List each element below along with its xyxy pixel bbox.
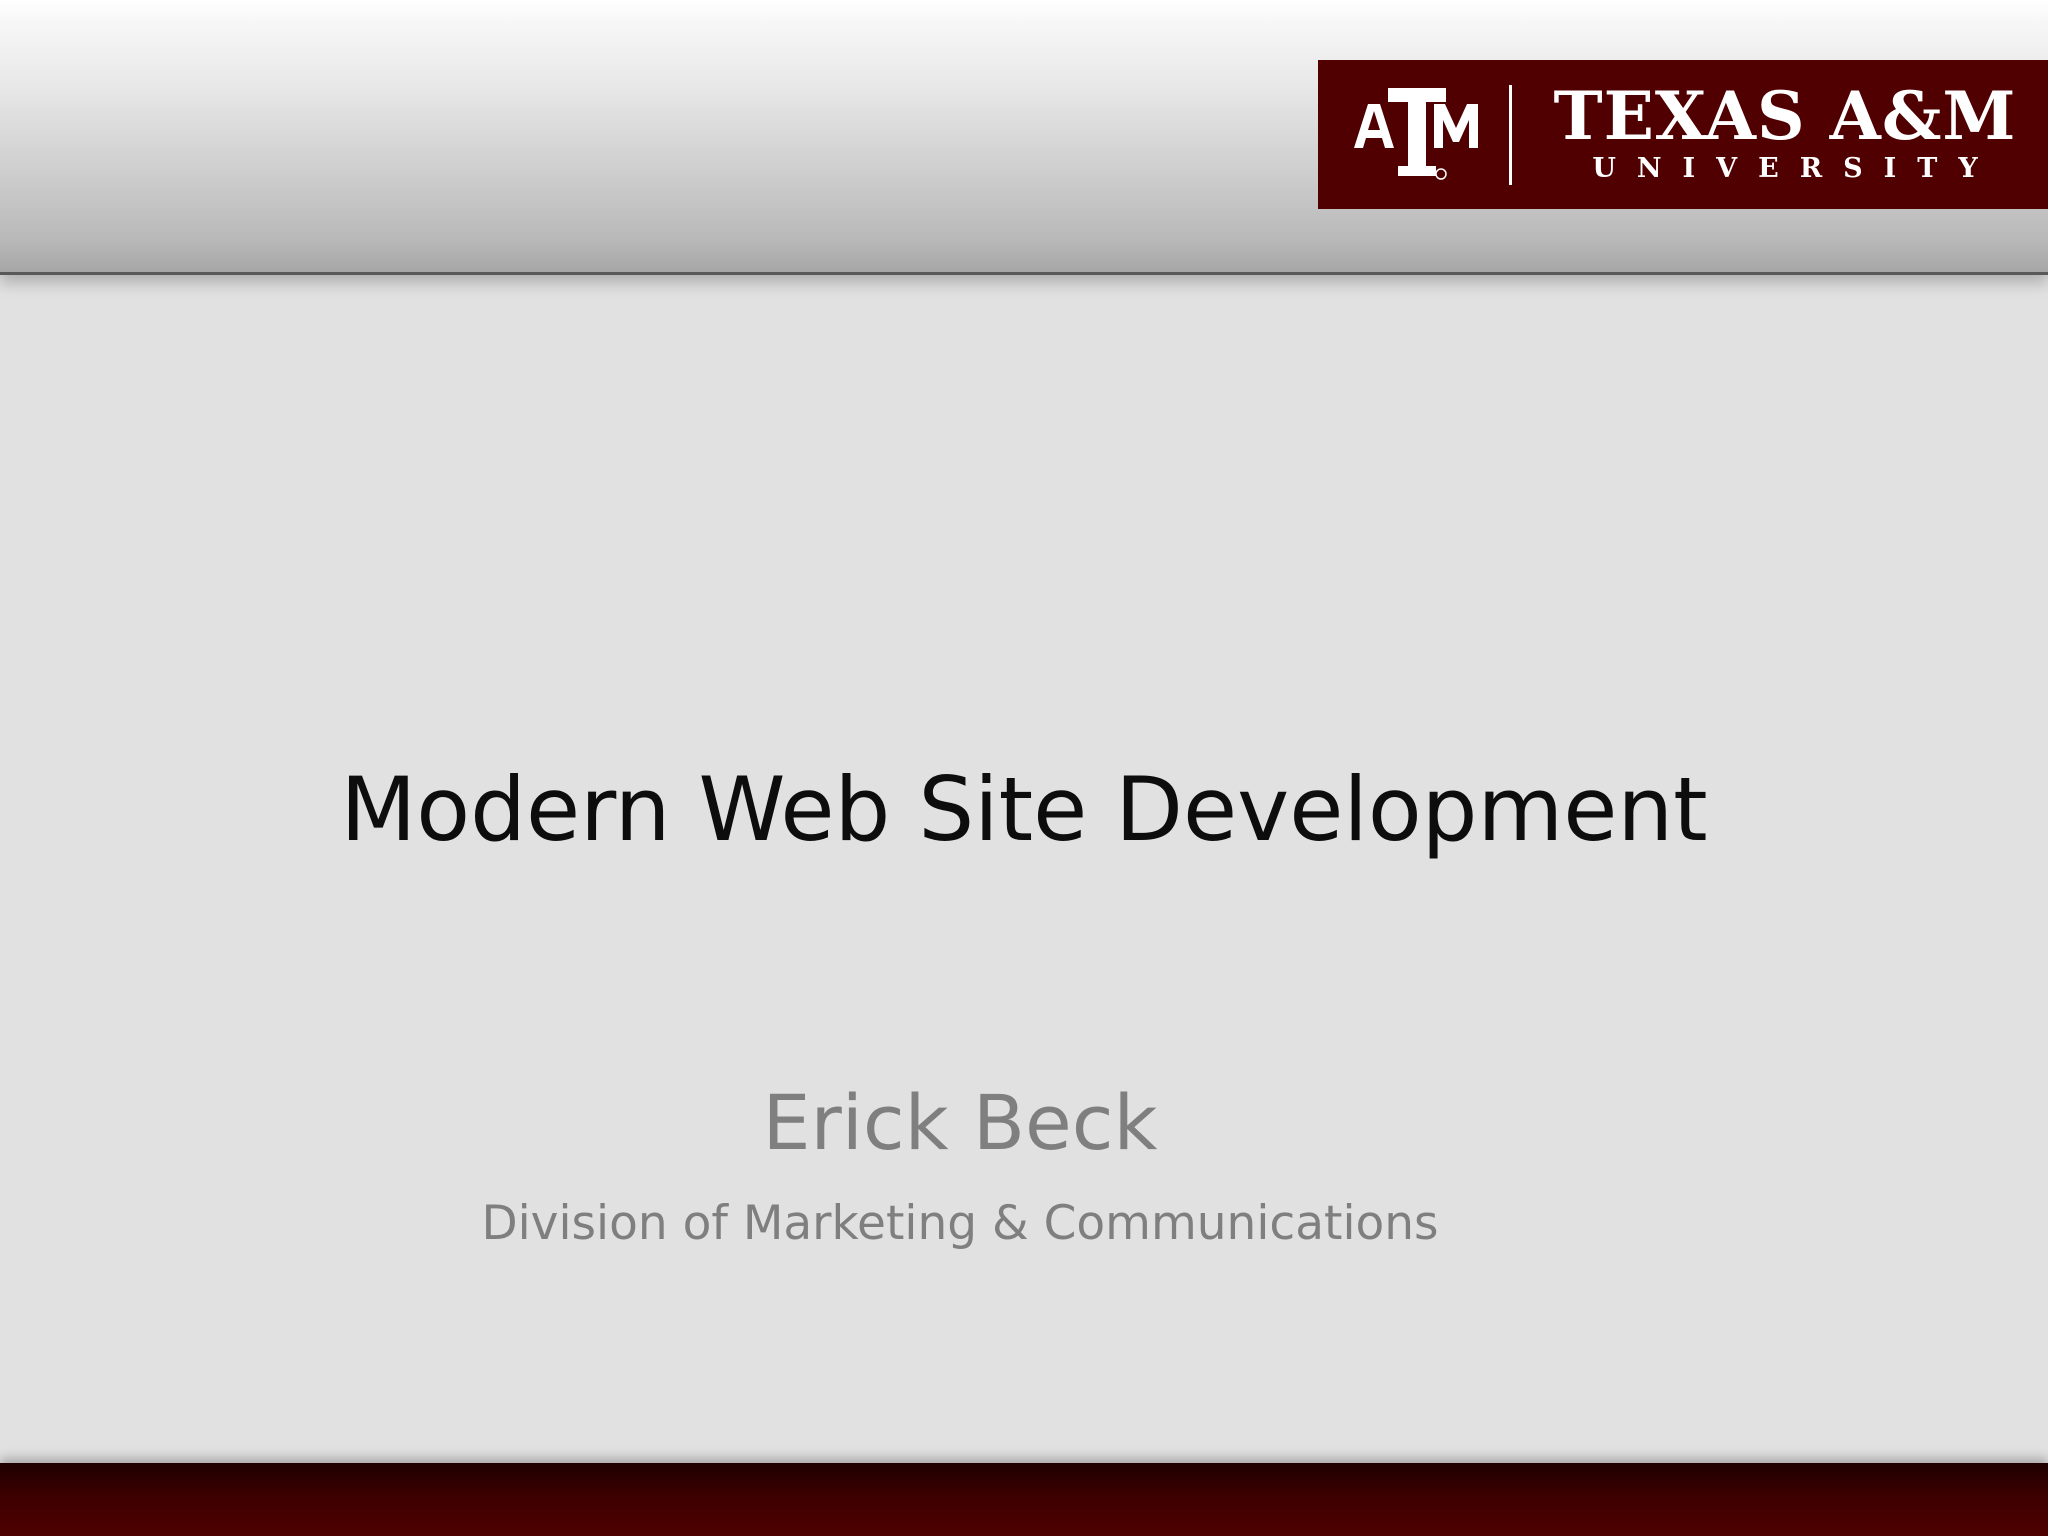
footer-band [0, 1463, 2048, 1536]
slide-title: Modern Web Site Development [340, 758, 1708, 861]
logo-wordmark: TEXAS A&M UNIVERSITY [1540, 78, 2030, 184]
university-logo: TEXAS A&M UNIVERSITY [1318, 60, 2048, 209]
presenter-name: Erick Beck [762, 1078, 1158, 1167]
slide: TEXAS A&M UNIVERSITY Modern Web Site Dev… [0, 0, 2048, 1536]
texas-am-atm-logo-icon [1354, 88, 1478, 180]
logo-name-line2: UNIVERSITY [1592, 153, 1999, 184]
logo-name-line1: TEXAS A&M [1553, 77, 2017, 155]
presenter-affiliation: Division of Marketing & Communications [481, 1196, 1439, 1251]
logo-divider [1509, 85, 1512, 185]
